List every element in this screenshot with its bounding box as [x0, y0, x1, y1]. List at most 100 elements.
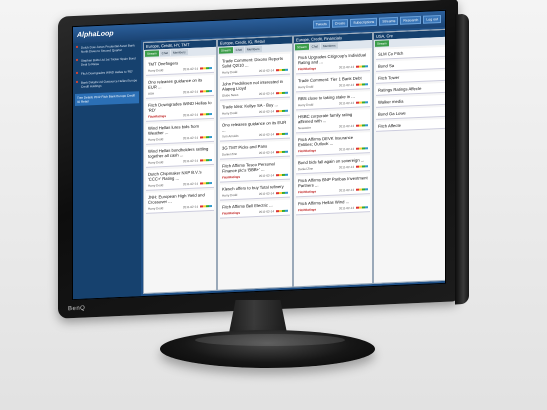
tab-members[interactable]: Members: [245, 45, 262, 53]
sidebar-item[interactable]: Bank Details Ltd Outsource Hellas Europe…: [76, 78, 138, 89]
news-card[interactable]: Walker media: [376, 94, 446, 108]
news-card[interactable]: Fitch Tower: [376, 70, 446, 84]
card-time: 2011-02-14: [258, 91, 274, 96]
stream-column: USA, Cre Stream SLM Co Fitch Bond Sa Fit…: [373, 28, 446, 284]
card-meta: FitchRatings 2011-02-14: [222, 173, 288, 180]
nav-logout-button[interactable]: Log out: [423, 15, 441, 24]
sentiment-bar: [356, 147, 368, 150]
app-logo: AlphaLoop: [77, 29, 114, 39]
news-card[interactable]: Fitch Affirms DEVK Insurance Entities; O…: [296, 132, 370, 157]
news-card[interactable]: Bond bids fall again on sovereign ... Dan…: [296, 155, 370, 175]
news-card[interactable]: RBS close to taking stake in ... Harry Do…: [296, 91, 370, 111]
card-title: Wind Hellas lures bids from Weather ...: [148, 123, 199, 136]
card-time: 2011-02-14: [182, 66, 198, 72]
card-time: 2011-02-14: [258, 191, 274, 196]
sidebar-item[interactable]: Dutch Dow Jones Prudential Asset Bank No…: [76, 43, 138, 54]
tab-members[interactable]: Members: [171, 49, 188, 56]
sentiment-bar: [200, 113, 212, 116]
card-source: Tom Arnolds: [222, 133, 239, 139]
card-title: Walker media: [378, 98, 404, 105]
card-meta: Daniel Zinn 2011-02-14: [222, 150, 288, 157]
nav-streams-button[interactable]: Streams: [379, 16, 399, 26]
card-source: Harry Dodd: [222, 110, 238, 116]
card-time: 2011-02-14: [338, 100, 354, 106]
news-card[interactable]: Fitch Downgrades WIND Hellas to 'RD' Fitc…: [146, 97, 214, 122]
sentiment-bar: [200, 205, 212, 208]
news-card[interactable]: TMT Onefingers Harry Dodd 2011-02-14: [146, 56, 214, 76]
card-title: Wind Hellas bondholders rattling togethe…: [148, 146, 209, 159]
sentiment-bar: [276, 209, 288, 213]
tab-chat[interactable]: Chat: [233, 46, 245, 54]
sentiment-bar: [356, 165, 368, 168]
news-card[interactable]: Ono releases guidance on its EUR ... Tom …: [220, 117, 290, 142]
sidebar-item[interactable]: Fitch Downgrades WIND Hellas to 'RD': [76, 69, 138, 76]
news-card[interactable]: Ono releases guidance on its EUR ... ASA 2…: [146, 74, 214, 99]
card-time: 2011-02-14: [258, 150, 274, 155]
nav-create-button[interactable]: Create: [331, 19, 349, 28]
tab-stream[interactable]: Stream: [375, 40, 389, 47]
news-card[interactable]: John Fredriksen not interested in Alapeg…: [220, 76, 290, 101]
sentiment-bar: [200, 90, 212, 93]
news-card[interactable]: Trade Idea: Kellye SA - Buy ... Harry Dod…: [220, 99, 290, 119]
sidebar-item[interactable]: Stephen Bolts Ltd 1st Tricker Spain Bond…: [76, 56, 138, 67]
tab-chat[interactable]: Chat: [159, 49, 171, 57]
news-card[interactable]: Fitch Affirms Tesco Personal Finance plc…: [220, 158, 290, 183]
tab-stream[interactable]: Stream: [145, 50, 159, 57]
sentiment-bar: [356, 188, 368, 191]
monitor-side: [455, 13, 469, 305]
sentiment-bar: [356, 65, 368, 68]
news-card[interactable]: Bond Ga Lowe: [376, 106, 446, 120]
card-time: 2011-02-14: [338, 64, 354, 70]
card-meta: FitchRatings 2011-02-14: [148, 112, 212, 119]
card-source: Daniel Zinn: [298, 166, 314, 172]
tab-chat[interactable]: Chat: [309, 43, 321, 50]
sentiment-bar: [356, 101, 368, 104]
card-source: FitchRatings: [298, 66, 317, 72]
news-card[interactable]: Fitch Affirms Hellas Wind ... FitchRating…: [296, 196, 370, 216]
news-card[interactable]: Fitch Upgrades Citigroup's Individual Ra…: [296, 50, 370, 75]
nav-research-button[interactable]: Research: [400, 15, 422, 25]
tab-stream[interactable]: Stream: [219, 47, 233, 54]
card-title: Trade Comment: Dixons Reports Solid Q2/1…: [222, 55, 284, 69]
news-card[interactable]: Wind Hellas bondholders rattling togethe…: [146, 143, 214, 168]
news-card[interactable]: Klesch offers to buy Total refinery Harry…: [220, 181, 290, 201]
bullet-icon: [76, 80, 78, 83]
sentiment-bar: [276, 68, 288, 72]
news-card[interactable]: HSBC corporate family rating affirmed wi…: [296, 109, 370, 134]
tab-members[interactable]: Members: [321, 42, 338, 50]
nav-tweets-button[interactable]: Tweets: [312, 19, 330, 29]
card-time: 2011-02-14: [182, 158, 198, 164]
news-card[interactable]: Dutch Chipmaker NXP B.V.'s 'CCC+' Rating…: [146, 166, 214, 191]
card-meta: Newswire 2011-02-14: [298, 123, 368, 130]
news-card[interactable]: Trade Comment: Dixons Reports Solid Q2/1…: [220, 53, 290, 78]
sentiment-bar: [200, 182, 212, 185]
bullet-icon: [76, 71, 78, 74]
sentiment-bar: [356, 206, 368, 209]
news-card[interactable]: Trade Comment: Tier 1 Bank Debt Harry Dod…: [296, 73, 370, 93]
news-card[interactable]: Wind Hellas lures bids from Weather ... H…: [146, 120, 214, 145]
news-card[interactable]: 3G TMT Picks and Pans Daniel Zinn 2011-02-…: [220, 140, 290, 160]
news-card[interactable]: JNH: European High Yield and Crossover .…: [146, 189, 214, 214]
card-source: FitchRatings: [222, 174, 241, 180]
sentiment-bar: [200, 136, 212, 139]
sidebar-item-active[interactable]: Tree Details 2012 Fitch Bank Europe Cred…: [75, 91, 139, 106]
card-title: Ono releases guidance on its EUR ...: [148, 77, 203, 90]
bullet-icon: [76, 45, 78, 48]
card-source: FitchRatings: [298, 148, 317, 154]
card-meta: Daniel Zinn 2011-02-14: [298, 164, 368, 171]
nav-subscriptions-button[interactable]: Subscriptions: [350, 17, 378, 27]
news-card[interactable]: Bond Sa: [376, 58, 446, 72]
card-time: 2011-02-14: [338, 187, 354, 193]
sentiment-bar: [276, 109, 288, 113]
card-time: 2011-02-14: [338, 164, 354, 170]
card-title: Ratings Ratings Affecte: [378, 85, 422, 93]
tab-stream[interactable]: Stream: [295, 43, 309, 51]
card-source: Harry Dodd: [298, 84, 314, 90]
news-card[interactable]: Ratings Ratings Affecte: [376, 82, 446, 96]
news-card[interactable]: Fitch Affirms BNP Paribas Investment Par…: [296, 173, 370, 198]
card-meta: Harry Dodd 2011-02-14: [222, 68, 288, 75]
news-card[interactable]: Fitch Affirms Bell Electric ... FitchRati…: [220, 199, 290, 219]
card-meta: FitchRatings 2011-02-14: [298, 205, 368, 212]
news-card[interactable]: Fitch Affecte: [376, 118, 446, 132]
news-card[interactable]: SLM Co Fitch: [376, 46, 446, 60]
